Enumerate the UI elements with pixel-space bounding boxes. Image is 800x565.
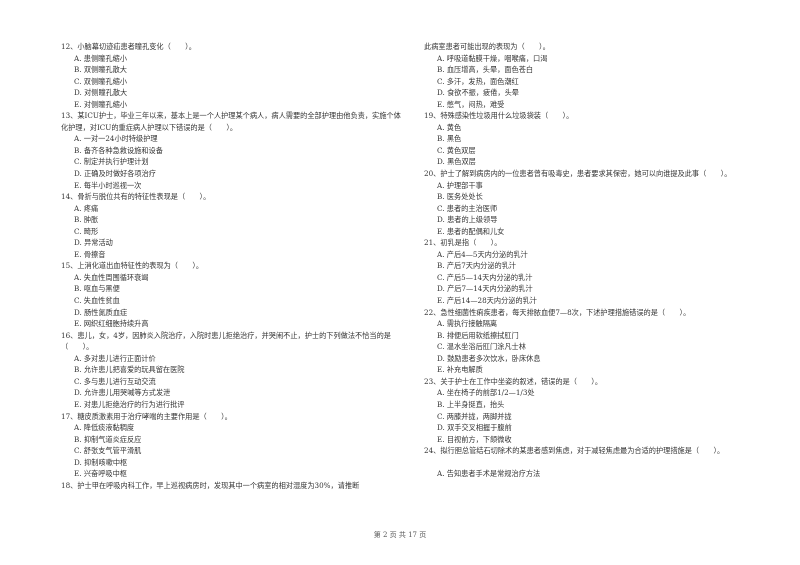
answer-option: C. 温水坐浴后肛门涂凡士林	[437, 342, 526, 352]
answer-option: C. 失血性贫血	[74, 296, 120, 306]
answer-option: E. 对患儿拒绝治疗的行为进行批评	[74, 399, 185, 409]
answer-option	[424, 457, 769, 469]
answer-option: D. 异常活动	[74, 238, 113, 248]
question-stem: 此病室患者可能出现的表现为（ ）。	[424, 42, 550, 51]
question-stem: 20、护士了解到病房内的一位患者曾有吸毒史，患者要求其保密，她可以向谁提及此事（…	[424, 169, 732, 179]
question: 18、护士甲在呼吸内科工作，早上巡视病房时，发现其中一个病室的相对湿度为30%，…	[61, 480, 401, 492]
question-stem: 21、初乳是指（ ）。	[424, 238, 502, 248]
answer-option: E. 对侧瞳孔缩小	[74, 99, 127, 109]
page-footer: 第 2 页 共 17 页	[0, 530, 800, 540]
question: 22、急性细菌性痢疾患者，每天排脓血便7—8次，下述护理措施错误的是（ ）。 A.…	[424, 307, 769, 376]
answer-option: B. 上半身挺直，抬头	[437, 399, 505, 409]
answer-option: E. 兴奋呼吸中枢	[74, 469, 127, 479]
answer-option: E. 憋气，闷热，难受	[437, 99, 505, 109]
answer-option: C. 多与患儿进行互动交流	[74, 376, 156, 386]
answer-option: A. 疼痛	[74, 203, 99, 213]
answer-option: B. 排便后用软纸擦拭肛门	[437, 330, 519, 340]
question: 13、某ICU护士，毕业三年以来，基本上是一个人护理某个病人，病人需要的全部护理…	[61, 110, 401, 191]
answer-option: A. 需执行接触隔离	[437, 319, 498, 329]
answer-option: D. 允许患儿用哭喊等方式发泄	[74, 388, 171, 398]
question-stem: 15、上消化道出血特征性的表现为（ ）。	[61, 261, 204, 271]
answer-option: A. 告知患者手术是常规治疗方法	[437, 469, 541, 479]
question: 此病室患者可能出现的表现为（ ）。 A. 呼吸道黏膜干燥，咽喉痛，口渴 B. 血压增…	[424, 41, 769, 110]
answer-option: E. 目视前方，下颌微收	[437, 434, 512, 444]
answer-option: D. 鼓励患者多次饮水，卧床休息	[437, 353, 541, 363]
question: 24、拟行胆总管结石切除术的某患者感到焦虑，对于减轻焦虑最为合适的护理措施是（ …	[424, 445, 769, 480]
answer-option: A. 多对患儿进行正面计价	[74, 353, 156, 363]
question-stem: 13、某ICU护士，毕业三年以来，基本上是一个人护理某个病人，病人需要的全部护理…	[61, 111, 401, 132]
question: 16、患儿，女，4岁，因肺炎入院治疗，入院时患儿拒绝治疗，并哭闹不止，护士的下列…	[61, 330, 401, 411]
answer-option: D. 双手交叉相握于腹前	[437, 423, 512, 433]
answer-option: D. 患者的上级领导	[437, 215, 498, 225]
left-column: 12、小脑幕切迹疝患者瞳孔变化（ ）。 A. 患侧瞳孔缩小 B. 双侧瞳孔散大 C. …	[61, 41, 401, 491]
page-number: 第 2 页 共 17 页	[373, 531, 427, 539]
question: 19、特殊感染性垃圾用什么垃圾袋装（ ）。 A. 黄色 B. 黑色 C. 黄色双层 D.…	[424, 110, 769, 168]
answer-option: A. 失血性周围循环衰竭	[74, 272, 149, 282]
question: 17、糖皮质激素用于治疗哮喘的主要作用是（ ）。 A. 降低痰液黏稠度 B. 抑制气…	[61, 411, 401, 480]
question-stem: 17、糖皮质激素用于治疗哮喘的主要作用是（ ）。	[61, 411, 232, 421]
answer-option: D. 抑制咳嗽中枢	[74, 457, 128, 467]
answer-option: C. 多汗，发热，面色潮红	[437, 76, 519, 86]
answer-option: A. 呼吸道黏膜干燥，咽喉痛，口渴	[437, 53, 548, 63]
question-stem: 18、护士甲在呼吸内科工作，早上巡视病房时，发现其中一个病室的相对湿度为30%，…	[61, 480, 360, 490]
answer-option: B. 产后7天内分泌的乳汁	[437, 261, 517, 271]
answer-option: D. 对侧瞳孔散大	[74, 88, 128, 98]
answer-option: B. 备齐各种急救设施和设备	[74, 145, 163, 155]
answer-option: B. 血压增高，头晕，面色苍白	[437, 65, 534, 75]
answer-option: D. 正确及时做好各项治疗	[74, 169, 156, 179]
answer-option: E. 每半小时巡视一次	[74, 180, 142, 190]
question: 21、初乳是指（ ）。 A. 产后4—5天内分泌的乳汁 B. 产后7天内分泌的乳汁 C…	[424, 237, 769, 306]
question: 15、上消化道出血特征性的表现为（ ）。 A. 失血性周围循环衰竭 B. 呕血与黑便…	[61, 260, 401, 329]
question: 12、小脑幕切迹疝患者瞳孔变化（ ）。 A. 患侧瞳孔缩小 B. 双侧瞳孔散大 C. …	[61, 41, 401, 110]
question-stem: 24、拟行胆总管结石切除术的某患者感到焦虑，对于减轻焦虑最为合适的护理措施是（ …	[424, 446, 725, 456]
answer-option: C. 两膝并拢，两脚并拢	[437, 411, 512, 421]
answer-option: D. 食欲不振，疲倦，头晕	[437, 88, 519, 98]
answer-option: B. 双侧瞳孔散大	[74, 65, 127, 75]
question: 20、护士了解到病房内的一位患者曾有吸毒史，患者要求其保密，她可以向谁提及此事（…	[424, 168, 769, 237]
right-column: 此病室患者可能出现的表现为（ ）。 A. 呼吸道黏膜干燥，咽喉痛，口渴 B. 血压增…	[424, 41, 769, 480]
answer-option: B. 允许患儿把喜爱的玩具留在医院	[74, 365, 185, 375]
answer-option: C. 双侧瞳孔缩小	[74, 76, 127, 86]
answer-option: D. 肠性氮质血症	[74, 307, 128, 317]
answer-option: C. 患者的主治医师	[437, 203, 498, 213]
answer-option: C. 产后5—14天内分泌的乳汁	[437, 272, 533, 282]
answer-option: C. 黄色双层	[437, 145, 476, 155]
answer-option: B. 黑色	[437, 134, 462, 144]
question-stem: 12、小脑幕切迹疝患者瞳孔变化（ ）。	[61, 42, 196, 51]
answer-option: E. 患者的配偶和儿女	[437, 226, 505, 236]
answer-option: B. 医务处处长	[437, 192, 483, 202]
answer-option: A. 坐在椅子的前部1/2—1/3处	[437, 388, 535, 398]
answer-option: A. 黄色	[437, 122, 462, 132]
question-stem: 16、患儿，女，4岁，因肺炎入院治疗，入院时患儿拒绝治疗，并哭闹不止，护士的下列…	[61, 330, 391, 352]
answer-option: B. 抑制气道炎症反应	[74, 434, 142, 444]
answer-option: A. 一对一24小时特级护理	[74, 134, 158, 144]
answer-option: D. 产后7—14天内分泌的乳汁	[437, 284, 533, 294]
question-stem: 14、骨折与脱位共有的特征性表现是（ ）。	[61, 192, 211, 202]
answer-option: E. 骨擦音	[74, 249, 106, 259]
answer-option: C. 制定并执行护理计划	[74, 157, 149, 167]
answer-option: A. 患侧瞳孔缩小	[74, 53, 127, 63]
answer-option: A. 产后4—5天内分泌的乳汁	[437, 249, 528, 259]
answer-option: E. 补充电解质	[437, 365, 483, 375]
answer-option: A. 护理部干事	[437, 180, 483, 190]
answer-option: C. 畸形	[74, 226, 99, 236]
question-stem: 22、急性细菌性痢疾患者，每天排脓血便7—8次，下述护理措施错误的是（ ）。	[424, 307, 691, 317]
question-stem: 23、关于护士在工作中坐姿的叙述，错误的是（ ）。	[424, 376, 603, 386]
answer-option: B. 肿胀	[74, 215, 99, 225]
answer-option: C. 舒张支气管平滑肌	[74, 446, 142, 456]
question: 14、骨折与脱位共有的特征性表现是（ ）。 A. 疼痛 B. 肿胀 C. 畸形 D. 异…	[61, 191, 401, 260]
question-stem: 19、特殊感染性垃圾用什么垃圾袋装（ ）。	[424, 111, 574, 121]
answer-option: E. 网织红细胞持续升高	[74, 319, 149, 329]
answer-option: A. 降低痰液黏稠度	[74, 423, 135, 433]
answer-option: B. 呕血与黑便	[74, 284, 120, 294]
answer-option: E. 产后14—28天内分泌的乳汁	[437, 296, 537, 306]
answer-option: D. 黑色双层	[437, 157, 476, 167]
question: 23、关于护士在工作中坐姿的叙述，错误的是（ ）。 A. 坐在椅子的前部1/2—1…	[424, 376, 769, 445]
